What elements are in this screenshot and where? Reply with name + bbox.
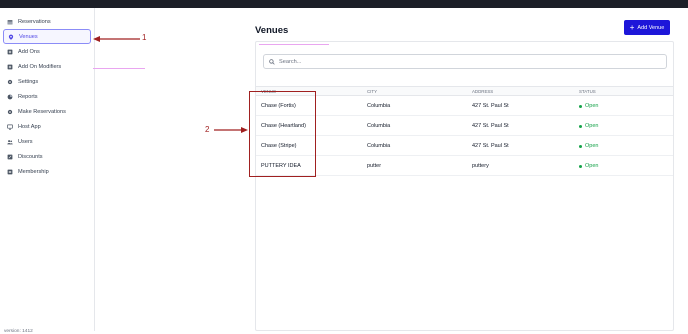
status-text: Open <box>585 163 599 169</box>
table-row[interactable]: Chase (Fortis) Columbia 427 St. Paul St … <box>256 96 673 116</box>
status-badge: Open <box>579 163 598 169</box>
plus-square-icon <box>7 49 13 55</box>
top-bar <box>0 0 688 8</box>
add-venue-button[interactable]: + Add Venue <box>624 20 670 35</box>
plus-square-icon <box>7 64 13 70</box>
status-text: Open <box>585 143 599 149</box>
venue-address: 427 St. Paul St <box>472 123 509 129</box>
sidebar-item-label: Discounts <box>18 153 43 160</box>
annotation-ghost-line <box>93 68 145 69</box>
venue-city: putter <box>367 163 382 169</box>
annotation-arrow-2 <box>214 127 248 133</box>
sidebar-item-reservations[interactable]: Reservations <box>3 14 91 29</box>
page-title: Venues <box>255 25 289 36</box>
sidebar-item-label: Add Ons <box>18 48 40 55</box>
status-dot-icon <box>579 144 582 148</box>
sidebar-item-users[interactable]: Users <box>3 134 91 149</box>
sidebar-item-settings[interactable]: Settings <box>3 74 91 89</box>
gear-icon <box>7 109 13 115</box>
sidebar-item-add-on-modifiers[interactable]: Add On Modifiers <box>3 59 91 74</box>
annotation-number-1: 1 <box>142 33 147 42</box>
status-badge: Open <box>579 143 598 149</box>
venue-address: 427 St. Paul St <box>472 103 509 109</box>
sidebar-item-discounts[interactable]: Discounts <box>3 149 91 164</box>
sidebar-item-label: Make Reservations <box>18 108 66 115</box>
calendar-icon <box>7 19 13 25</box>
status-dot-icon <box>579 104 582 108</box>
table-header: VENUE CITY ADDRESS STATUS <box>256 86 673 96</box>
search-icon <box>269 58 275 65</box>
sidebar-item-label: Add On Modifiers <box>18 63 62 70</box>
sidebar-item-label: Host App <box>18 123 41 130</box>
venue-city: Columbia <box>367 103 391 109</box>
add-venue-label: Add Venue <box>637 24 665 31</box>
venue-address: 427 St. Paul St <box>472 143 509 149</box>
sidebar-item-host-app[interactable]: Host App <box>3 119 91 134</box>
users-icon <box>7 139 13 145</box>
column-header-address: ADDRESS <box>472 89 494 94</box>
sidebar-item-membership[interactable]: Membership <box>3 164 91 179</box>
sidebar-item-reports[interactable]: Reports <box>3 89 91 104</box>
sidebar-item-label: Reservations <box>18 18 51 25</box>
status-text: Open <box>585 103 599 109</box>
table-row[interactable]: PUTTERY IDEA putter puttery Open <box>256 156 673 176</box>
table-row[interactable]: Chase (Heartland) Columbia 427 St. Paul … <box>256 116 673 136</box>
version-label: version: 1412 <box>4 329 33 334</box>
pie-chart-icon <box>7 94 13 100</box>
column-header-status: STATUS <box>579 89 596 94</box>
status-dot-icon <box>579 124 582 128</box>
main-content: Venues + Add Venue Search... VENUE CITY … <box>96 8 688 331</box>
annotation-arrow-1 <box>93 36 140 42</box>
sidebar-item-label: Reports <box>18 93 38 100</box>
venues-card: Search... VENUE CITY ADDRESS STATUS Chas… <box>255 41 674 331</box>
sidebar-item-venues[interactable]: Venues <box>3 29 91 44</box>
gear-icon <box>7 79 13 85</box>
annotation-number-2: 2 <box>205 125 210 134</box>
status-dot-icon <box>579 164 582 168</box>
location-pin-icon <box>8 34 14 40</box>
sidebar-item-add-ons[interactable]: Add Ons <box>3 44 91 59</box>
column-header-city: CITY <box>367 89 378 94</box>
annotation-ghost-line <box>259 44 329 45</box>
annotation-box-venues <box>249 91 316 177</box>
search-input[interactable]: Search... <box>263 54 667 69</box>
plus-icon: + <box>629 22 635 32</box>
status-text: Open <box>585 123 599 129</box>
tag-icon <box>7 154 13 160</box>
venue-city: Columbia <box>367 123 391 129</box>
sidebar-item-label: Membership <box>18 168 49 175</box>
id-card-icon <box>7 169 13 175</box>
venue-address: puttery <box>472 163 489 169</box>
sidebar-item-label: Settings <box>18 78 39 85</box>
status-badge: Open <box>579 103 598 109</box>
venue-city: Columbia <box>367 143 391 149</box>
monitor-icon <box>7 124 13 130</box>
search-placeholder: Search... <box>279 58 302 65</box>
sidebar-item-label: Venues <box>19 33 38 40</box>
sidebar-item-label: Users <box>18 138 33 145</box>
sidebar: Reservations Venues Add Ons Add On Modif… <box>0 8 95 334</box>
sidebar-item-make-reservations[interactable]: Make Reservations <box>3 104 91 119</box>
status-badge: Open <box>579 123 598 129</box>
table-row[interactable]: Chase (Stripe) Columbia 427 St. Paul St … <box>256 136 673 156</box>
